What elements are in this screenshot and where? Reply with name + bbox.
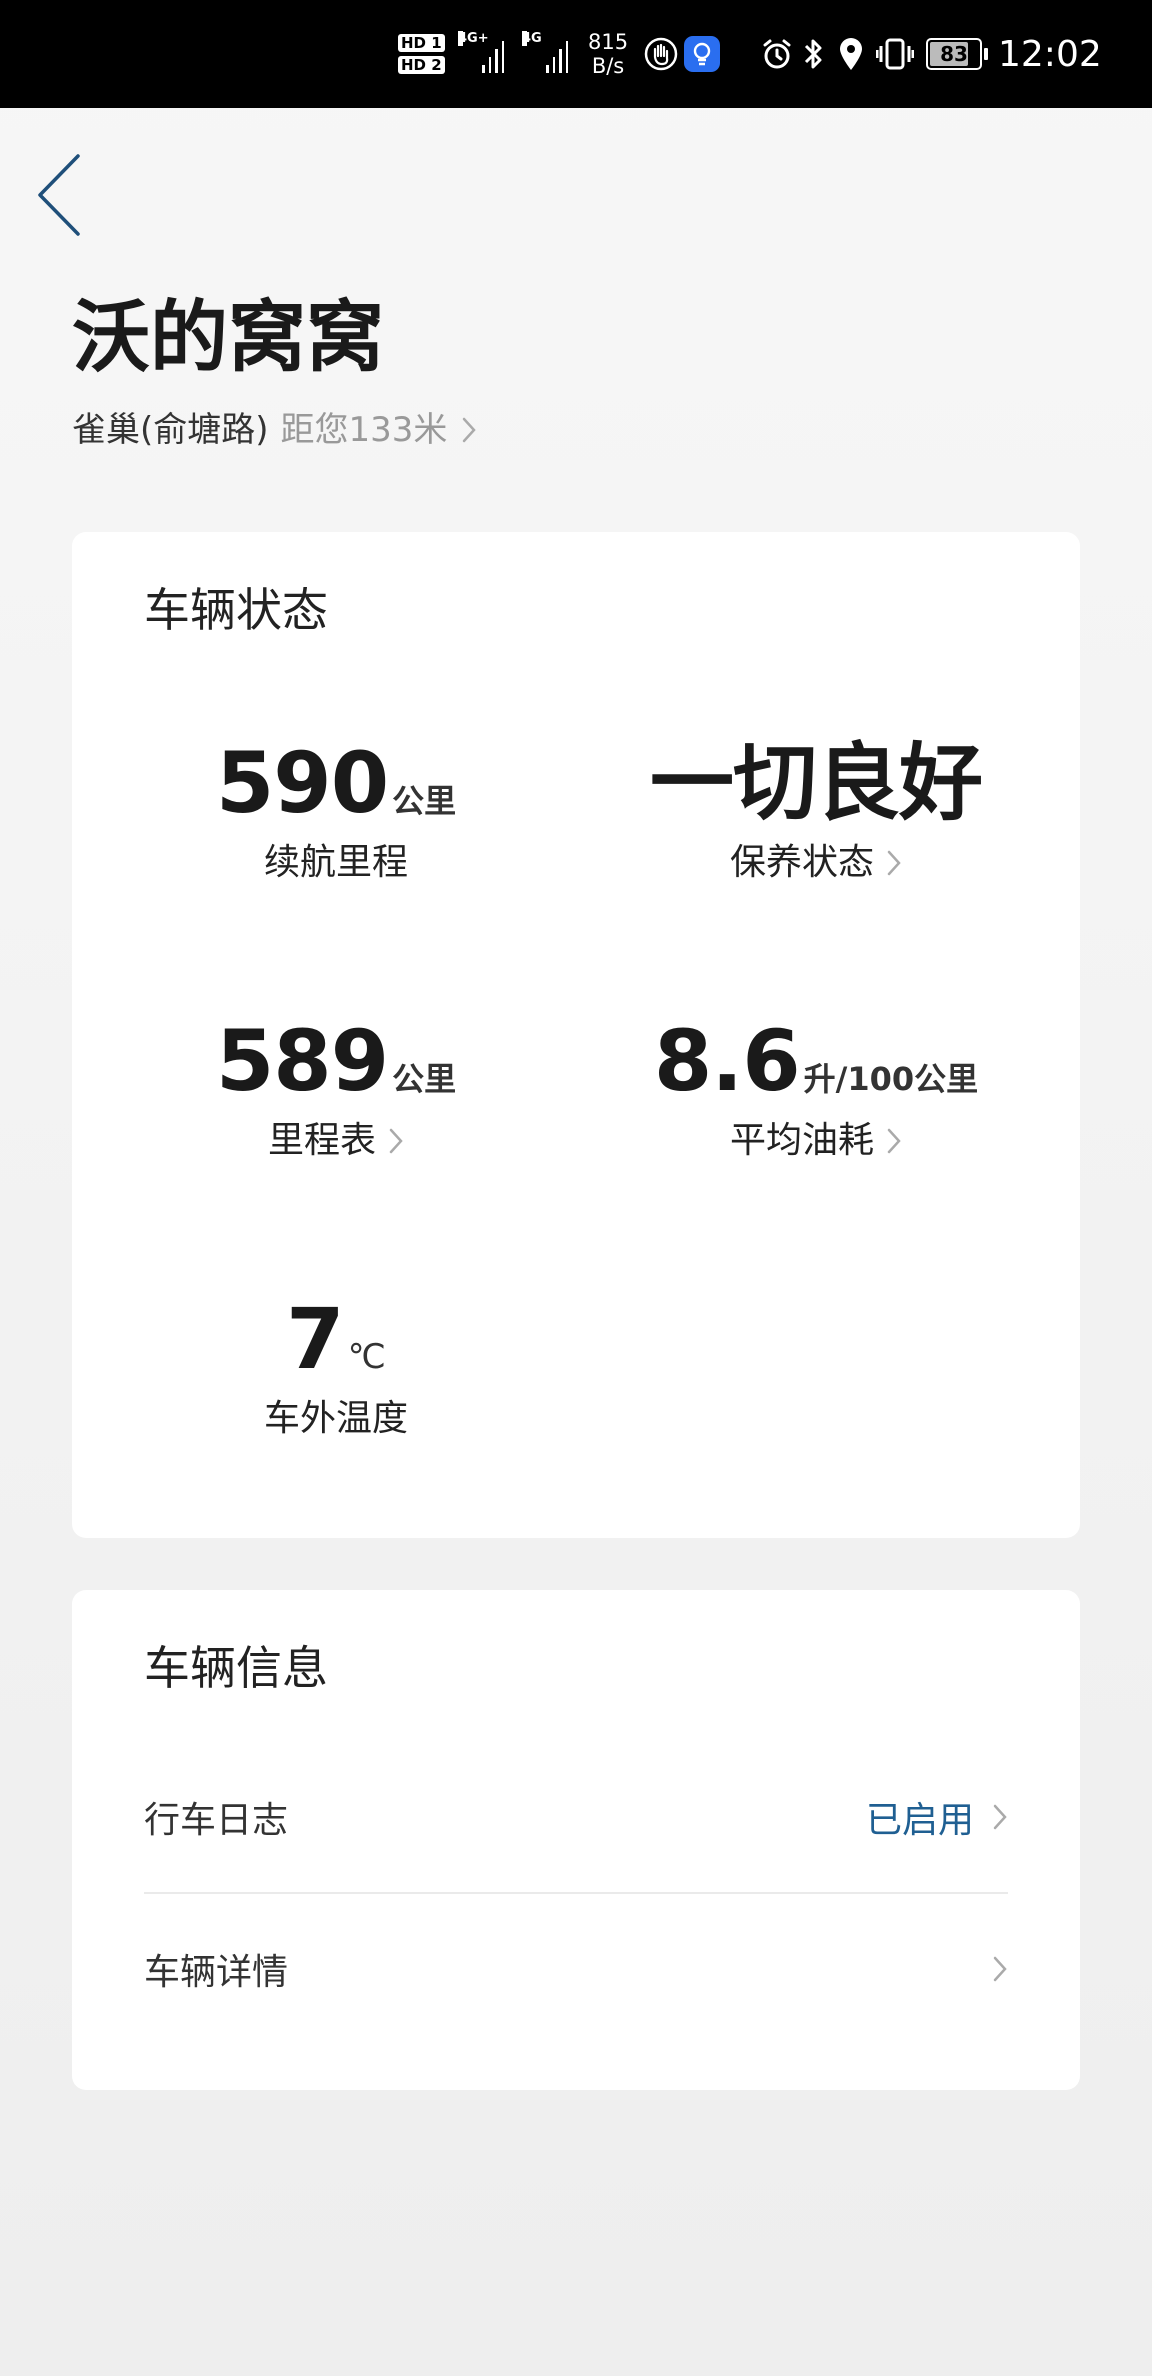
chevron-right-icon	[886, 1126, 902, 1156]
odometer-label: 里程表	[267, 1120, 376, 1161]
battery-level: 83	[940, 42, 968, 66]
fuel-value: 8.6	[653, 1012, 801, 1110]
distance-text: 距您133米	[280, 410, 448, 450]
odometer-metric[interactable]: 589 公里 里程表	[96, 1006, 576, 1166]
hd2-badge: HD 2	[398, 56, 445, 74]
hd-indicators: HD 1 HD 2	[398, 0, 445, 108]
temperature-unit: ℃	[347, 1337, 386, 1377]
page-title: 沃的窝窝	[72, 293, 385, 383]
chevron-left-icon	[38, 154, 80, 236]
alarm-icon	[760, 0, 794, 108]
vehicle-details-label: 车辆详情	[144, 1952, 289, 1993]
status-bar: HD 1 HD 2 4G+ 4G 815 B/s 83 12:02	[0, 0, 1152, 108]
card-title: 车辆信息	[144, 1641, 328, 1695]
fuel-label: 平均油耗	[729, 1120, 874, 1161]
fuel-metric[interactable]: 8.6 升/100公里 平均油耗	[576, 1006, 1056, 1166]
chevron-right-icon	[388, 1126, 404, 1156]
vehicle-info-card: 车辆信息 行车日志 已启用 车辆详情	[72, 1590, 1080, 2090]
clock: 12:02	[998, 33, 1102, 75]
chevron-right-icon	[461, 415, 477, 445]
maintenance-value: 一切良好	[649, 734, 983, 832]
maintenance-label: 保养状态	[729, 842, 874, 883]
net-speed-value: 815	[588, 30, 629, 54]
sim1-label: 4G+	[458, 31, 489, 46]
range-unit: 公里	[392, 782, 457, 820]
drive-log-state: 已启用	[865, 1800, 974, 1841]
chevron-right-icon	[886, 848, 902, 878]
chevron-right-icon	[992, 1954, 1008, 1984]
odometer-unit: 公里	[392, 1060, 457, 1098]
drive-log-row[interactable]: 行车日志 已启用	[144, 1742, 1008, 1892]
hd1-badge: HD 1	[398, 34, 445, 52]
sim2-label: 4G	[522, 31, 542, 46]
range-metric: 590 公里 续航里程	[96, 728, 576, 888]
range-label: 续航里程	[263, 842, 408, 883]
hand-icon	[644, 0, 678, 108]
location-name: 雀巢(俞塘路)	[72, 410, 269, 450]
temperature-metric: 7 ℃ 车外温度	[96, 1284, 576, 1444]
drive-log-label: 行车日志	[144, 1800, 289, 1841]
temperature-label: 车外温度	[263, 1398, 408, 1439]
sim1-signal-icon: 4G+	[458, 0, 504, 108]
odometer-value: 589	[215, 1012, 389, 1110]
chevron-right-icon	[992, 1802, 1008, 1832]
vehicle-status-card: 车辆状态 590 公里 续航里程 一切良好 保养状态 589 公里 里程表 8.…	[72, 532, 1080, 1538]
back-button[interactable]	[30, 150, 90, 240]
bulb-app-icon	[684, 0, 720, 108]
net-speed-unit: B/s	[591, 54, 625, 78]
temperature-value: 7	[286, 1290, 344, 1388]
vehicle-details-row[interactable]: 车辆详情	[144, 1894, 1008, 2044]
card-title: 车辆状态	[144, 583, 328, 637]
location-icon	[838, 0, 864, 108]
location-link[interactable]: 雀巢(俞塘路) 距您133米	[72, 405, 477, 455]
network-speed: 815 B/s	[588, 0, 628, 108]
battery-icon: 83	[926, 0, 988, 108]
sim2-signal-icon: 4G	[522, 0, 568, 108]
maintenance-metric[interactable]: 一切良好 保养状态	[576, 728, 1056, 888]
bluetooth-icon	[802, 0, 826, 108]
vibrate-icon	[876, 0, 914, 108]
fuel-unit: 升/100公里	[803, 1060, 979, 1098]
range-value: 590	[215, 734, 389, 832]
